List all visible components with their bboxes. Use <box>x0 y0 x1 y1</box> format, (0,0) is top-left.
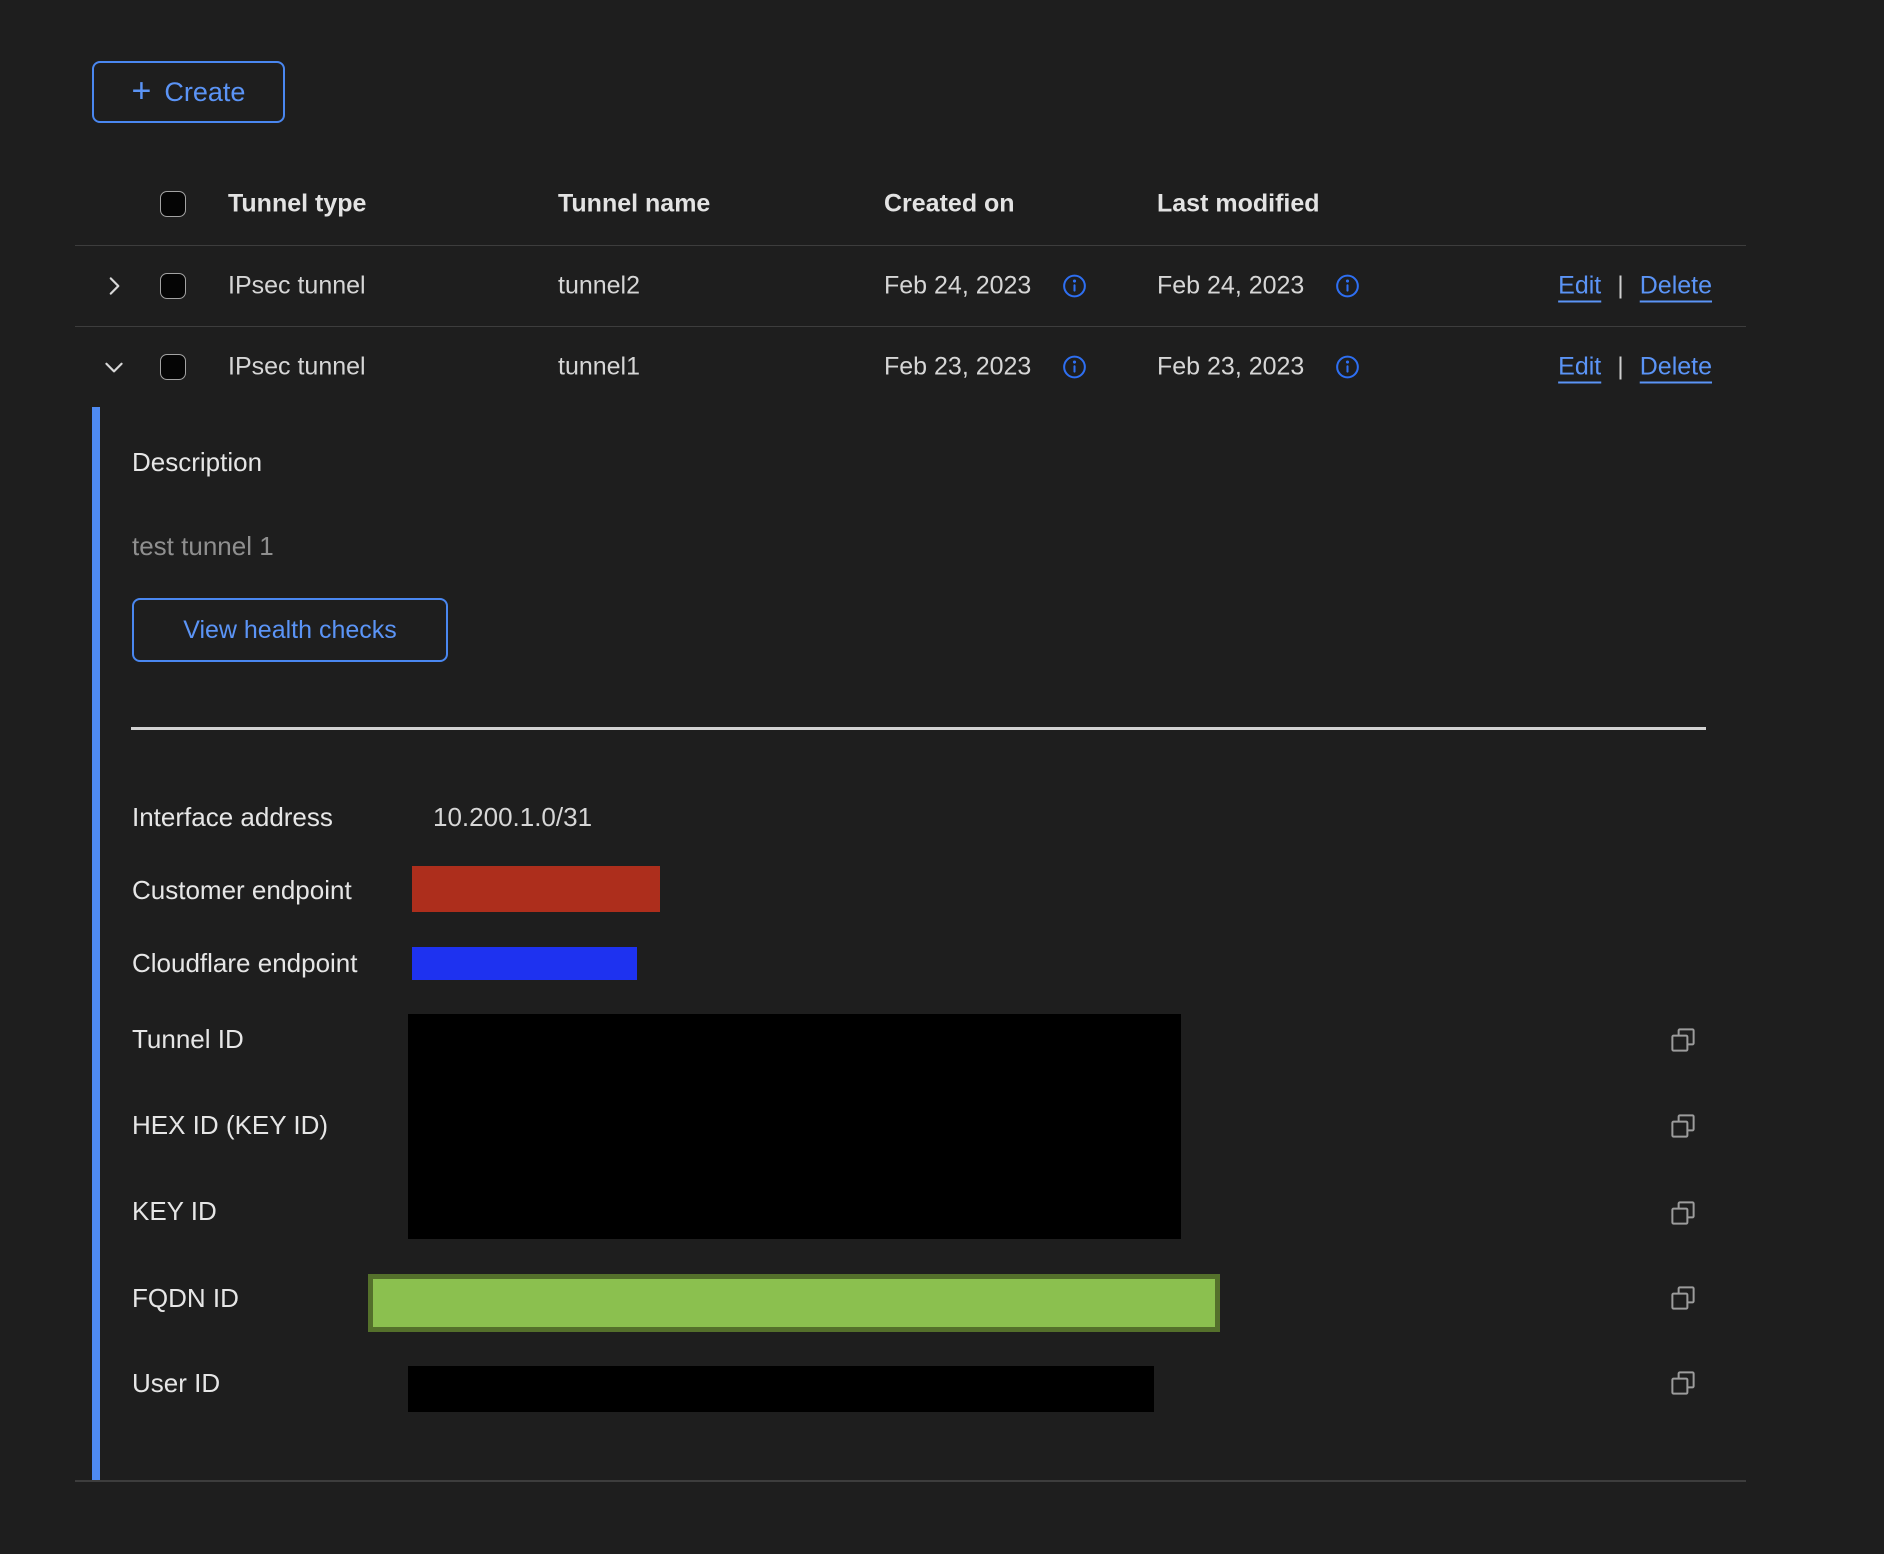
user-id-label: User ID <box>132 1368 220 1398</box>
column-header-tunnel-type: Tunnel type <box>228 190 366 219</box>
info-icon[interactable] <box>1334 354 1361 381</box>
tunnel-id-label: Tunnel ID <box>132 1024 244 1054</box>
column-header-last-modified: Last modified <box>1157 190 1320 219</box>
description-value: test tunnel 1 <box>132 531 274 561</box>
copy-icon <box>1668 1368 1698 1398</box>
fqdn-id-label: FQDN ID <box>132 1283 239 1313</box>
table-header-row: Tunnel type Tunnel name Created on Last … <box>75 163 1746 246</box>
created-on-cell: Feb 24, 2023 <box>884 272 1088 301</box>
description-label: Description <box>132 447 262 477</box>
edit-link[interactable]: Edit <box>1558 272 1601 301</box>
select-all-checkbox[interactable] <box>160 191 186 217</box>
copy-key-id-button[interactable] <box>1668 1198 1698 1228</box>
copy-icon <box>1668 1111 1698 1141</box>
last-modified-value: Feb 24, 2023 <box>1157 272 1304 301</box>
copy-icon <box>1668 1283 1698 1313</box>
user-id-redaction <box>408 1366 1154 1412</box>
customer-endpoint-redaction <box>412 866 660 912</box>
tunnels-table: Tunnel type Tunnel name Created on Last … <box>75 163 1746 1482</box>
copy-tunnel-id-button[interactable] <box>1668 1025 1698 1055</box>
chevron-down-icon <box>101 354 127 380</box>
expand-row-button[interactable] <box>101 273 127 299</box>
copy-icon <box>1668 1198 1698 1228</box>
created-on-value: Feb 24, 2023 <box>884 272 1031 301</box>
ids-redaction-block <box>408 1014 1181 1239</box>
collapse-row-button[interactable] <box>101 354 127 380</box>
table-row-tunnel2: IPsec tunnel tunnel2 Feb 24, 2023 Feb 24… <box>75 246 1746 327</box>
row-actions: Edit | Delete <box>1558 353 1712 382</box>
edit-link[interactable]: Edit <box>1558 353 1601 382</box>
tunnel-name-cell: tunnel1 <box>558 353 640 382</box>
key-id-label: KEY ID <box>132 1196 217 1226</box>
created-on-value: Feb 23, 2023 <box>884 353 1031 382</box>
select-all-cell <box>160 191 186 217</box>
last-modified-cell: Feb 23, 2023 <box>1157 353 1361 382</box>
view-health-checks-button[interactable]: View health checks <box>132 598 448 662</box>
row-actions: Edit | Delete <box>1558 272 1712 301</box>
row-checkbox[interactable] <box>160 354 186 380</box>
last-modified-cell: Feb 24, 2023 <box>1157 272 1361 301</box>
hex-id-label: HEX ID (KEY ID) <box>132 1110 328 1140</box>
interface-address-label: Interface address <box>132 802 333 832</box>
copy-fqdn-id-button[interactable] <box>1668 1283 1698 1313</box>
copy-icon <box>1668 1025 1698 1055</box>
cloudflare-endpoint-redaction <box>412 947 637 980</box>
tunnel-name-cell: tunnel2 <box>558 272 640 301</box>
delete-link[interactable]: Delete <box>1640 353 1712 382</box>
row-checkbox[interactable] <box>160 273 186 299</box>
copy-hex-id-button[interactable] <box>1668 1111 1698 1141</box>
interface-address-value: 10.200.1.0/31 <box>433 802 592 832</box>
tunnel-type-cell: IPsec tunnel <box>228 272 366 301</box>
last-modified-value: Feb 23, 2023 <box>1157 353 1304 382</box>
section-divider <box>131 727 1706 730</box>
ipsec-tunnels-page: + Create Tunnel type Tunnel name Created… <box>0 0 1884 1554</box>
expanded-row-accent-bar <box>92 407 100 1480</box>
actions-separator: | <box>1617 272 1624 301</box>
created-on-cell: Feb 23, 2023 <box>884 353 1088 382</box>
actions-separator: | <box>1617 353 1624 382</box>
info-icon[interactable] <box>1061 273 1088 300</box>
create-button-label: Create <box>164 77 245 108</box>
tunnel-type-cell: IPsec tunnel <box>228 353 366 382</box>
customer-endpoint-label: Customer endpoint <box>132 875 352 905</box>
delete-link[interactable]: Delete <box>1640 272 1712 301</box>
expanded-row-details: Description test tunnel 1 View health ch… <box>75 407 1746 1482</box>
create-button[interactable]: + Create <box>92 61 285 123</box>
copy-user-id-button[interactable] <box>1668 1368 1698 1398</box>
column-header-created-on: Created on <box>884 190 1015 219</box>
fqdn-id-redaction <box>368 1274 1220 1332</box>
column-header-tunnel-name: Tunnel name <box>558 190 710 219</box>
row-checkbox-cell <box>160 354 186 380</box>
info-icon[interactable] <box>1334 273 1361 300</box>
cloudflare-endpoint-label: Cloudflare endpoint <box>132 948 358 978</box>
table-row-tunnel1: IPsec tunnel tunnel1 Feb 23, 2023 Feb 23… <box>75 327 1746 407</box>
info-icon[interactable] <box>1061 354 1088 381</box>
row-checkbox-cell <box>160 273 186 299</box>
chevron-right-icon <box>101 273 127 299</box>
